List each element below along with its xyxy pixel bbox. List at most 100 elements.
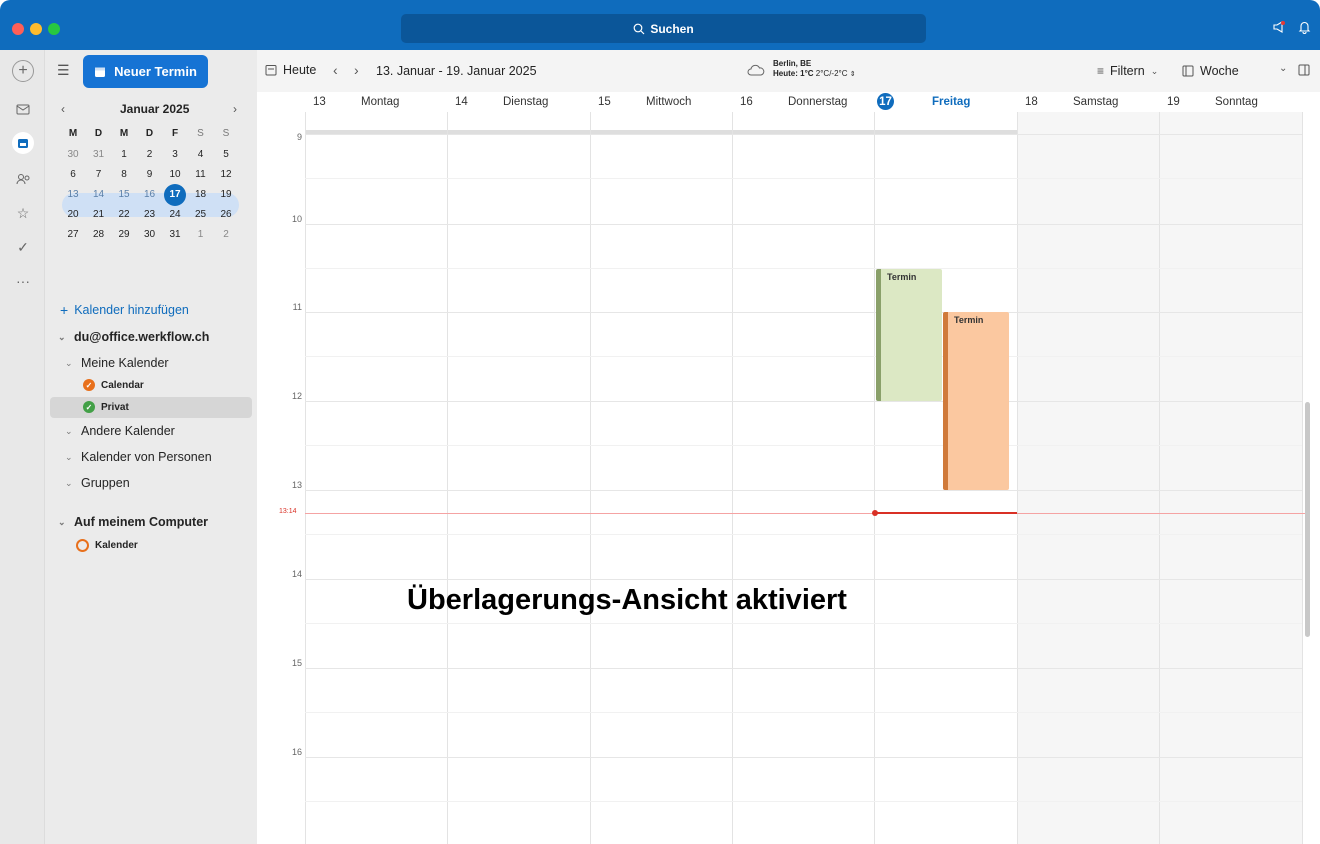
day-number[interactable]: 17 [877,93,894,110]
day-name[interactable]: Montag [361,92,399,112]
checkbox-checked-icon[interactable]: ✓ [83,401,95,413]
mini-calendar-day[interactable]: 29 [113,224,135,246]
mini-calendar-day[interactable]: 3 [164,144,186,166]
prev-month-button[interactable]: ‹ [61,102,65,116]
megaphone-icon[interactable] [1272,20,1286,39]
mini-calendar-day[interactable]: 25 [190,204,212,226]
week-grid: 13 Montag 14 Dienstag 15 Mittwoch 16 Donnerstag… [257,92,1320,844]
view-dropdown-chevron-icon[interactable]: ⌄ [1279,63,1287,74]
mini-calendar-day[interactable]: 23 [139,204,161,226]
on-computer-group[interactable]: ⌄ Auf meinem Computer [58,515,208,529]
search-bar[interactable]: Suchen [401,14,926,43]
mini-calendar-day[interactable]: 12 [215,164,237,186]
mini-calendar-day[interactable]: 5 [215,144,237,166]
mini-calendar-day[interactable]: 4 [190,144,212,166]
mini-calendar-day[interactable]: 13 [62,184,84,206]
hour-line [305,224,1302,225]
add-calendar-link[interactable]: + Kalender hinzufügen [60,302,189,318]
mini-calendar-day[interactable]: 10 [164,164,186,186]
day-number[interactable]: 15 [598,92,611,112]
people-calendars-group[interactable]: ⌄ Kalender von Personen [65,450,212,464]
mini-calendar-day[interactable]: 21 [88,204,110,226]
mini-calendar-day[interactable]: 7 [88,164,110,186]
vertical-scrollbar[interactable] [1305,402,1310,637]
day-name[interactable]: Dienstag [503,92,548,112]
bell-icon[interactable] [1298,20,1311,39]
day-name[interactable]: Samstag [1073,92,1118,112]
calendar-icon[interactable] [12,132,34,154]
prev-week-button[interactable]: ‹ [333,62,338,78]
todo-icon[interactable]: ✓ [12,236,34,258]
chevron-down-icon: ⌄ [65,425,73,436]
checkbox-unchecked-icon[interactable] [76,539,89,552]
mini-calendar-day[interactable]: 17 [164,184,186,206]
day-number[interactable]: 13 [313,92,326,112]
day-name[interactable]: Mittwoch [646,92,691,112]
day-number[interactable]: 19 [1167,92,1180,112]
app-rail: + ☆ ✓ ··· [0,50,45,844]
mini-calendar-day[interactable]: 2 [139,144,161,166]
calendar-event[interactable]: Termin [876,268,942,401]
my-calendars-group[interactable]: ⌄ Meine Kalender [65,356,169,370]
mail-icon[interactable] [12,98,34,120]
mini-calendar-day[interactable]: 26 [215,204,237,226]
today-button[interactable]: Heute [265,63,316,77]
groups-group[interactable]: ⌄ Gruppen [65,476,130,490]
view-icon [1182,65,1194,77]
mini-calendar-day[interactable]: 28 [88,224,110,246]
day-column-line [874,112,875,844]
new-event-button[interactable]: Neuer Termin [83,55,208,88]
people-icon[interactable] [12,168,34,190]
plus-icon: + [60,302,69,318]
weather-range: 2°C/-2°C [815,69,848,78]
mini-calendar-day[interactable]: 30 [139,224,161,246]
hour-label: 10 [291,214,302,224]
calendar-item-calendar[interactable]: ✓ Calendar [83,379,144,391]
calendar-item-privat[interactable]: ✓ Privat [83,401,129,413]
mini-calendar-day[interactable]: 18 [190,184,212,206]
mini-calendar-day[interactable]: 24 [164,204,186,226]
day-name[interactable]: Freitag [932,92,970,112]
minimize-window-button[interactable] [30,23,42,35]
filter-button[interactable]: ≡ Filtern ⌄ [1097,64,1158,78]
other-calendars-group[interactable]: ⌄ Andere Kalender [65,424,175,438]
next-month-button[interactable]: › [233,102,237,116]
weather-widget[interactable]: Berlin, BE Heute: 1°C 2°C/-2°C ⇕ [747,59,856,80]
mini-calendar-day[interactable]: 27 [62,224,84,246]
mini-calendar-day[interactable]: 31 [164,224,186,246]
more-icon[interactable]: ··· [12,270,34,292]
mini-calendar-day[interactable]: 9 [139,164,161,186]
hamburger-menu-icon[interactable]: ☰ [57,62,70,79]
view-selector[interactable]: Woche [1182,64,1239,78]
mini-calendar-day[interactable]: 8 [113,164,135,186]
zoom-window-button[interactable] [48,23,60,35]
plus-icon[interactable]: + [12,60,34,82]
account-group[interactable]: ⌄ du@office.werkflow.ch [58,330,209,344]
mini-calendar-day[interactable]: 1 [190,224,212,246]
day-number[interactable]: 14 [455,92,468,112]
mini-calendar-day[interactable]: 11 [190,164,212,186]
local-calendar-item[interactable]: Kalender [76,539,138,552]
mini-calendar-day[interactable]: 14 [88,184,110,206]
filter-icon: ≡ [1097,64,1105,78]
checkbox-checked-icon[interactable]: ✓ [83,379,95,391]
mini-calendar-day[interactable]: 15 [113,184,135,206]
mini-calendar-day[interactable]: 20 [62,204,84,226]
day-number[interactable]: 16 [740,92,753,112]
mini-calendar-day[interactable]: 31 [88,144,110,166]
mini-calendar-day[interactable]: 2 [215,224,237,246]
mini-calendar-day[interactable]: 30 [62,144,84,166]
mini-calendar-day[interactable]: 22 [113,204,135,226]
day-name[interactable]: Donnerstag [788,92,847,112]
mini-calendar-day[interactable]: 16 [139,184,161,206]
split-view-icon[interactable] [1298,64,1310,76]
mini-calendar-day[interactable]: 19 [215,184,237,206]
calendar-event[interactable]: Termin [943,312,1009,490]
mini-calendar-day[interactable]: 1 [113,144,135,166]
day-number[interactable]: 18 [1025,92,1038,112]
star-icon[interactable]: ☆ [12,202,34,224]
next-week-button[interactable]: › [354,62,359,78]
day-name[interactable]: Sonntag [1215,92,1258,112]
mini-calendar-day[interactable]: 6 [62,164,84,186]
close-window-button[interactable] [12,23,24,35]
